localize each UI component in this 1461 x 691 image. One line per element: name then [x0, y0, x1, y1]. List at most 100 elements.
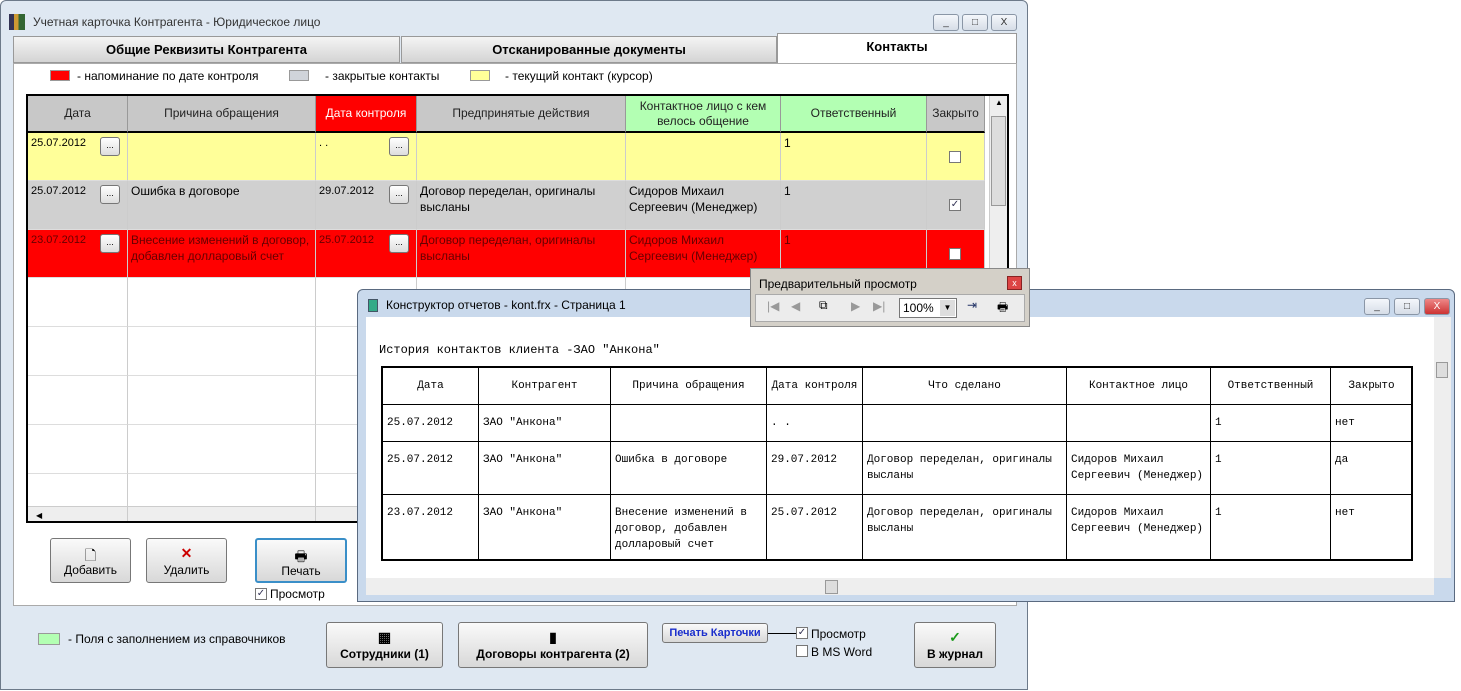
cell-text: 23.07.2012 — [31, 234, 87, 246]
report-cell: ЗАО "Анкона" — [479, 495, 611, 561]
closed-checkbox[interactable] — [949, 151, 961, 163]
grid-cell-actions[interactable]: Договор переделан, оригиналы высланы — [417, 230, 626, 278]
report-header-cell: Ответственный — [1211, 368, 1331, 405]
empty-cell — [28, 376, 128, 425]
connector-line — [768, 633, 796, 634]
zoom-select[interactable]: 100% ▼ — [899, 298, 957, 318]
print-card-button[interactable]: Печать Карточки — [662, 623, 768, 643]
maximize-button[interactable]: □ — [962, 14, 988, 31]
cell-text: Договор переделан, оригиналы высланы — [420, 233, 596, 263]
report-cell — [1067, 405, 1211, 442]
next-page-icon[interactable]: ▶ — [851, 299, 860, 313]
grid-cell-contact[interactable] — [626, 133, 781, 181]
col-contact[interactable]: Контактное лицо с кем велось общение — [626, 96, 781, 133]
empty-cell — [28, 327, 128, 376]
grid-cell-closed[interactable] — [927, 133, 985, 181]
grid-cell-date[interactable]: 23.07.2012... — [28, 230, 128, 278]
report-cell: 29.07.2012 — [767, 442, 863, 495]
grid-cell-actions[interactable] — [417, 133, 626, 181]
print-label: Печать — [281, 564, 321, 578]
picker-button[interactable]: ... — [389, 137, 409, 156]
minimize-button[interactable]: _ — [933, 14, 959, 31]
picker-button[interactable]: ... — [100, 137, 120, 156]
scroll-up-icon[interactable]: ▲ — [992, 98, 1006, 112]
grid-cell-resp[interactable]: 1 — [781, 133, 927, 181]
preview-toolbar-title: Предварительный просмотр — [759, 277, 917, 291]
grid-cell-control[interactable]: 29.07.2012... — [316, 181, 417, 230]
staff-label: Сотрудники (1) — [340, 647, 429, 661]
report-vertical-scrollbar[interactable] — [1434, 317, 1451, 578]
picker-button[interactable]: ... — [100, 234, 120, 253]
report-vscroll-thumb[interactable] — [1436, 362, 1448, 378]
ms-word-checkbox[interactable] — [796, 645, 808, 657]
col-control-date[interactable]: Дата контроля — [316, 96, 417, 133]
report-cell: Договор переделан, оригиналы высланы — [863, 442, 1067, 495]
col-date[interactable]: Дата — [28, 96, 128, 133]
grid-cell-control[interactable]: 25.07.2012... — [316, 230, 417, 278]
legend-green-swatch — [38, 633, 60, 645]
grid-cell-control[interactable]: . .... — [316, 133, 417, 181]
checkmark-icon: ✓ — [949, 629, 961, 645]
delete-label: Удалить — [163, 563, 210, 577]
empty-cell — [128, 327, 316, 376]
col-actions[interactable]: Предпринятые действия — [417, 96, 626, 133]
report-header-cell: Дата — [383, 368, 479, 405]
scroll-thumb[interactable] — [991, 116, 1006, 206]
closed-checkbox[interactable]: ✓ — [949, 199, 961, 211]
staff-button[interactable]: ▦ Сотрудники (1) — [326, 622, 443, 668]
empty-cell — [128, 278, 316, 327]
tab-contacts[interactable]: Контакты — [777, 33, 1017, 64]
preview-checkbox[interactable]: ✓ — [255, 588, 267, 600]
grid-cell-closed[interactable]: ✓ — [927, 181, 985, 230]
picker-button[interactable]: ... — [100, 185, 120, 204]
grid-cell-contact[interactable]: Сидоров Михаил Сергеевич (Менеджер) — [626, 181, 781, 230]
add-button[interactable]: 🗋 Добавить — [50, 538, 131, 583]
journal-button[interactable]: ✓ В журнал — [914, 622, 996, 668]
col-closed[interactable]: Закрыто — [927, 96, 985, 133]
grid-cell-resp[interactable]: 1 — [781, 181, 927, 230]
preview-toolbar-close-icon[interactable]: x — [1007, 276, 1022, 290]
grid-cell-date[interactable]: 25.07.2012... — [28, 133, 128, 181]
report-minimize-button[interactable]: _ — [1364, 298, 1390, 315]
grid-cell-reason[interactable]: Внесение изменений в договор, добавлен д… — [128, 230, 316, 278]
close-button[interactable]: X — [991, 14, 1017, 31]
contracts-button[interactable]: ▮ Договоры контрагента (2) — [458, 622, 648, 668]
print-button[interactable]: 🖶 Печать — [255, 538, 347, 583]
report-cell — [863, 405, 1067, 442]
report-cell: 23.07.2012 — [383, 495, 479, 561]
last-page-icon[interactable]: ▶| — [873, 299, 885, 313]
grid-cell-date[interactable]: 25.07.2012... — [28, 181, 128, 230]
zoom-value: 100% — [903, 301, 934, 315]
pages-icon[interactable]: ⧉ — [819, 298, 828, 313]
card-preview-checkbox[interactable]: ✓ — [796, 627, 808, 639]
grid-cell-actions[interactable]: Договор переделан, оригиналы высланы — [417, 181, 626, 230]
report-cell: да — [1331, 442, 1413, 495]
picker-button[interactable]: ... — [389, 185, 409, 204]
chevron-down-icon: ▼ — [940, 300, 955, 316]
grid-cell-reason[interactable] — [128, 133, 316, 181]
first-page-icon[interactable]: |◀ — [767, 299, 779, 313]
exit-icon[interactable]: ⇥ — [967, 298, 977, 312]
delete-button[interactable]: ✕ Удалить — [146, 538, 227, 583]
cell-text: Ошибка в договоре — [131, 184, 240, 198]
report-maximize-button[interactable]: □ — [1394, 298, 1420, 315]
app-icon — [9, 14, 25, 30]
picker-button[interactable]: ... — [389, 234, 409, 253]
report-horizontal-scrollbar[interactable] — [366, 578, 1434, 595]
legend-gray-swatch — [289, 70, 309, 81]
tab-scanned[interactable]: Отсканированные документы — [401, 36, 777, 63]
print-icon[interactable]: 🖶 — [997, 298, 1008, 319]
cell-text: 25.07.2012 — [31, 185, 87, 197]
report-cell — [611, 405, 767, 442]
report-header-cell: Контрагент — [479, 368, 611, 405]
delete-x-icon: ✕ — [180, 545, 193, 561]
prev-page-icon[interactable]: ◀ — [791, 299, 800, 313]
col-reason[interactable]: Причина обращения — [128, 96, 316, 133]
col-responsible[interactable]: Ответственный — [781, 96, 927, 133]
report-close-button[interactable]: X — [1424, 298, 1450, 315]
report-hscroll-thumb[interactable] — [825, 580, 838, 594]
grid-cell-reason[interactable]: Ошибка в договоре — [128, 181, 316, 230]
closed-checkbox[interactable] — [949, 248, 961, 260]
tab-general[interactable]: Общие Реквизиты Контрагента — [13, 36, 400, 63]
report-header-cell: Контактное лицо — [1067, 368, 1211, 405]
